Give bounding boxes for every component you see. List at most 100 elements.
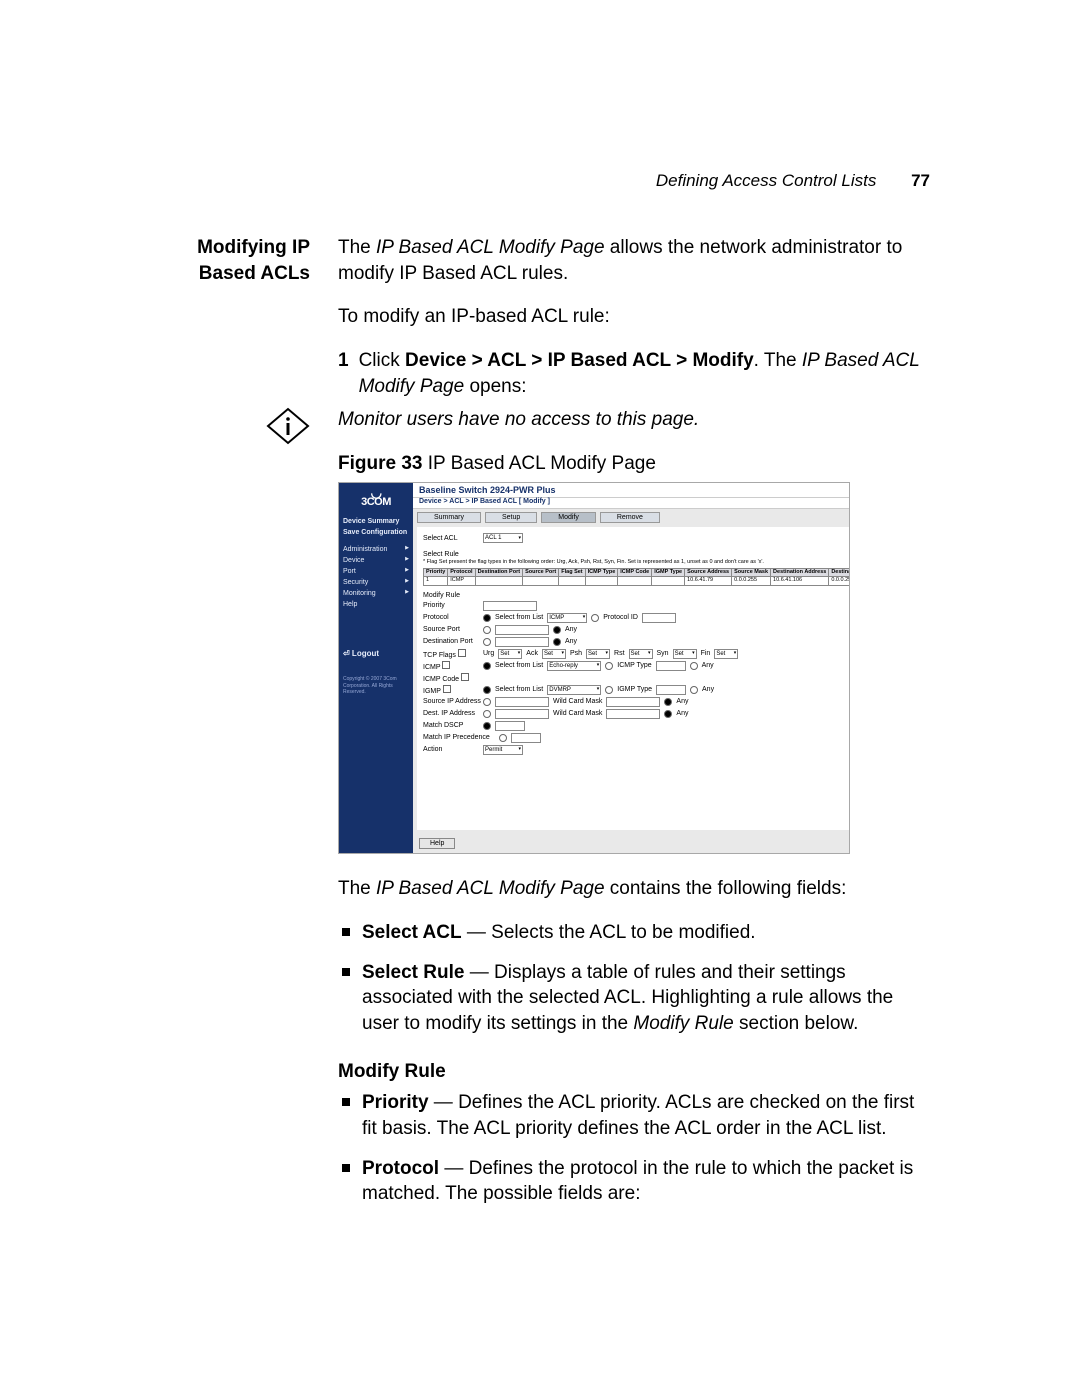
igmp-type-radio[interactable] <box>605 686 613 694</box>
src-ip-label: Source IP Address <box>423 698 479 705</box>
match-ipprec-radio[interactable] <box>499 734 507 742</box>
source-port-input[interactable] <box>495 625 549 635</box>
section-heading: Modifying IP Based ACLs <box>150 235 310 407</box>
sidebar-item-security[interactable]: Security <box>343 577 409 588</box>
action-select[interactable]: Permit <box>483 745 523 755</box>
protocol-id-input[interactable] <box>642 613 676 623</box>
protocol-select[interactable]: ICMP <box>547 613 587 623</box>
rst-select[interactable]: Set <box>629 649 653 659</box>
sidebar-item-device[interactable]: Device <box>343 555 409 566</box>
help-button[interactable]: Help <box>419 838 455 849</box>
icmp-code-checkbox[interactable] <box>461 673 469 681</box>
dst-ip-radio[interactable] <box>483 710 491 718</box>
logo-icon: ◡ 3COM <box>343 489 409 508</box>
igmp-checkbox[interactable] <box>443 685 451 693</box>
match-dscp-label: Match DSCP <box>423 722 479 729</box>
screenshot-sidebar: ◡ 3COM Device Summary Save Configuration… <box>339 483 413 853</box>
sidebar-item-help[interactable]: Help <box>343 599 409 610</box>
table-row[interactable]: 1 ICMP 10.6.41.79 0.0.0.255 <box>424 577 851 586</box>
src-ip-radio[interactable] <box>483 698 491 706</box>
sidebar-item-port[interactable]: Port <box>343 566 409 577</box>
step-1: 1 Click Device > ACL > IP Based ACL > Mo… <box>338 348 930 399</box>
icmp-type-radio[interactable] <box>605 662 613 670</box>
protocol-list-radio[interactable] <box>483 614 491 622</box>
modify-rule-heading: Modify Rule <box>338 1059 930 1085</box>
dst-ip-input[interactable] <box>495 709 549 719</box>
priority-label: Priority <box>423 602 479 609</box>
intro-paragraph-2: To modify an IP-based ACL rule: <box>338 304 930 330</box>
tab-setup[interactable]: Setup <box>485 512 537 523</box>
match-dscp-input[interactable] <box>495 721 525 731</box>
sidebar-item-administration[interactable]: Administration <box>343 544 409 555</box>
igmp-select[interactable]: DVMRP <box>547 685 601 695</box>
list-item: Priority — Defines the ACL priority. ACL… <box>338 1090 930 1141</box>
tab-summary[interactable]: Summary <box>417 512 481 523</box>
post-lead: The IP Based ACL Modify Page contains th… <box>338 876 930 902</box>
dst-ip-any-radio[interactable] <box>664 710 672 718</box>
dest-port-radio[interactable] <box>483 638 491 646</box>
sidebar-item-device-summary[interactable]: Device Summary <box>343 516 409 527</box>
figure-caption: Figure 33 IP Based ACL Modify Page <box>338 451 930 477</box>
page-number: 77 <box>911 171 930 190</box>
field-bullet-list: Select ACL — Selects the ACL to be modif… <box>338 920 930 1037</box>
src-mask-input[interactable] <box>606 697 660 707</box>
copyright-text: Copyright © 2007 3Com Corporation. All R… <box>343 676 409 696</box>
icmp-code-label: ICMP Code <box>423 673 479 683</box>
dest-port-input[interactable] <box>495 637 549 647</box>
dest-port-label: Destination Port <box>423 638 479 645</box>
list-item: Select Rule — Displays a table of rules … <box>338 960 930 1037</box>
icmp-checkbox[interactable] <box>442 661 450 669</box>
intro-paragraph-1: The IP Based ACL Modify Page allows the … <box>338 235 930 286</box>
breadcrumb: Device > ACL > IP Based ACL [ Modify ] <box>413 498 850 509</box>
ack-select[interactable]: Set <box>542 649 566 659</box>
select-acl-label: Select ACL <box>423 535 479 542</box>
icmp-select[interactable]: Echo-reply <box>547 661 601 671</box>
igmp-type-input[interactable] <box>656 685 686 695</box>
running-title: Defining Access Control Lists <box>656 171 876 190</box>
dst-mask-input[interactable] <box>606 709 660 719</box>
modify-rule-label: Modify Rule <box>423 592 850 599</box>
fin-select[interactable]: Set <box>714 649 738 659</box>
sidebar-item-save-config[interactable]: Save Configuration <box>343 527 409 538</box>
tcp-flags-checkbox[interactable] <box>458 649 466 657</box>
list-item: Protocol — Defines the protocol in the r… <box>338 1156 930 1207</box>
monitor-note: Monitor users have no access to this pag… <box>338 407 930 433</box>
tab-bar: Summary Setup Modify Remove <box>413 509 850 523</box>
match-ipprec-label: Match IP Precedence <box>423 734 495 741</box>
flag-note: * Flag Set present the flag types in the… <box>423 560 850 566</box>
icmp-label: ICMP <box>423 661 479 671</box>
priority-input[interactable] <box>483 601 537 611</box>
tcp-flags-label: TCP Flags <box>423 649 479 659</box>
source-port-label: Source Port <box>423 626 479 633</box>
icmp-list-radio[interactable] <box>483 662 491 670</box>
select-rule-label: Select Rule <box>423 551 850 558</box>
tab-modify[interactable]: Modify <box>541 512 596 523</box>
src-ip-input[interactable] <box>495 697 549 707</box>
product-title: Baseline Switch 2924-PWR Plus <box>413 483 850 498</box>
tab-remove[interactable]: Remove <box>600 512 660 523</box>
rules-table: Priority Protocol Destination Port Sourc… <box>423 568 850 586</box>
sidebar-item-monitoring[interactable]: Monitoring <box>343 588 409 599</box>
match-dscp-radio[interactable] <box>483 722 491 730</box>
source-port-radio[interactable] <box>483 626 491 634</box>
src-ip-any-radio[interactable] <box>664 698 672 706</box>
dst-ip-label: Dest. IP Address <box>423 710 479 717</box>
modify-rule-bullet-list: Priority — Defines the ACL priority. ACL… <box>338 1090 930 1207</box>
igmp-any-radio[interactable] <box>690 686 698 694</box>
source-port-any-radio[interactable] <box>553 626 561 634</box>
list-item: Select ACL — Selects the ACL to be modif… <box>338 920 930 946</box>
protocol-label: Protocol <box>423 614 479 621</box>
table-header-row: Priority Protocol Destination Port Sourc… <box>424 568 851 577</box>
psh-select[interactable]: Set <box>586 649 610 659</box>
logout-button[interactable]: ⏎ Logout <box>343 650 409 658</box>
dest-port-any-radio[interactable] <box>553 638 561 646</box>
igmp-list-radio[interactable] <box>483 686 491 694</box>
action-label: Action <box>423 746 479 753</box>
icmp-any-radio[interactable] <box>690 662 698 670</box>
match-ipprec-input[interactable] <box>511 733 541 743</box>
icmp-type-input[interactable] <box>656 661 686 671</box>
syn-select[interactable]: Set <box>673 649 697 659</box>
protocol-id-radio[interactable] <box>591 614 599 622</box>
urg-select[interactable]: Set <box>498 649 522 659</box>
select-acl-dropdown[interactable]: ACL 1 <box>483 533 523 543</box>
